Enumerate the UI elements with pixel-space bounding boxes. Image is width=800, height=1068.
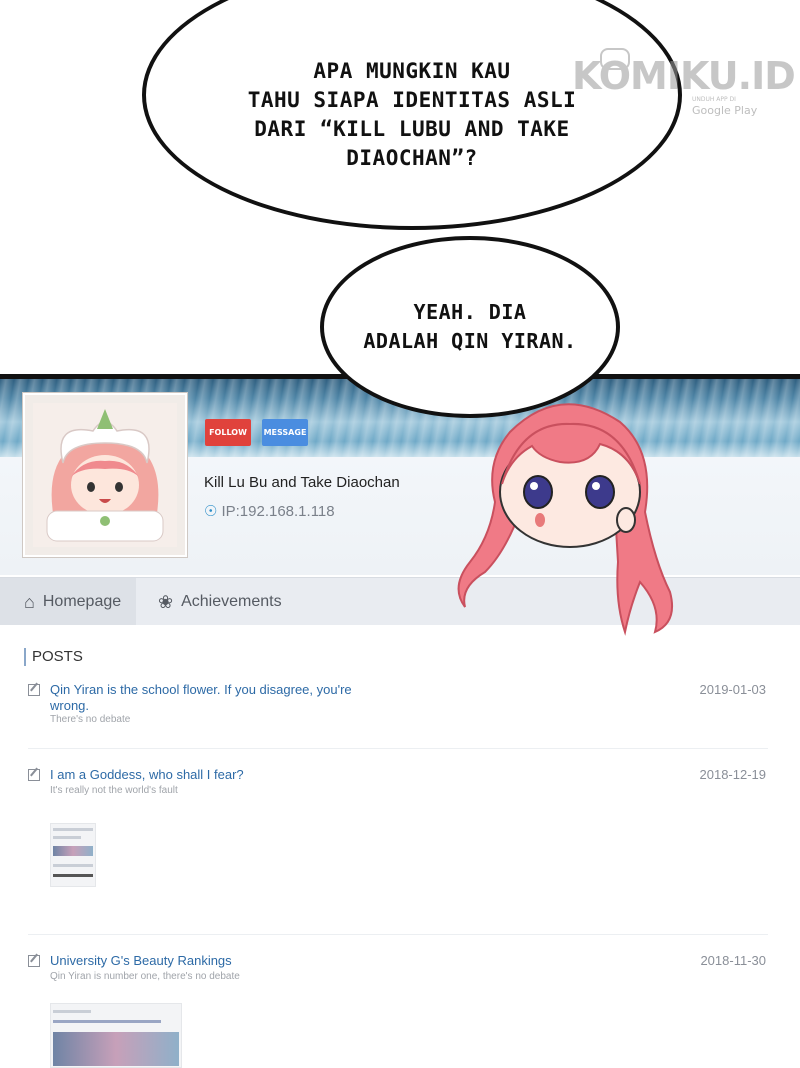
watermark-store: Google Play (692, 104, 758, 117)
profile-ip: ☉ IP:192.168.1.118 (204, 502, 335, 521)
divider (28, 934, 768, 935)
divider (28, 748, 768, 749)
tab-achievements[interactable]: ❀ Achievements (158, 578, 282, 626)
list-item[interactable]: University G's Beauty Rankings Qin Yiran… (28, 953, 768, 1068)
post-subtitle: Qin Yiran is number one, there's no deba… (50, 971, 240, 982)
location-icon: ☉ (204, 503, 218, 520)
avatar[interactable] (22, 392, 188, 558)
post-date: 2019-01-03 (699, 682, 767, 697)
award-icon: ❀ (158, 591, 174, 612)
speech-text-middle: YEAH. DIA ADALAH QIN YIRAN. (363, 300, 577, 353)
post-title[interactable]: I am a Goddess, who shall I fear? (50, 767, 370, 783)
list-item[interactable]: I am a Goddess, who shall I fear? It's r… (28, 767, 768, 917)
post-subtitle: It's really not the world's fault (50, 785, 178, 796)
watermark-logo: KOMIKU.ID (572, 54, 796, 98)
post-date: 2018-11-30 (700, 953, 766, 968)
follow-button[interactable]: FOLLOW (205, 419, 251, 446)
watermark-sub: UNDUH APP DI (692, 96, 736, 103)
message-button[interactable]: MESSAGE (262, 419, 308, 446)
profile-username: Kill Lu Bu and Take Diaochan (204, 474, 400, 491)
edit-icon (28, 955, 40, 967)
chibi-avatar-icon (33, 403, 177, 547)
post-date: 2018-12-19 (699, 767, 767, 782)
edit-icon (28, 684, 40, 696)
post-title[interactable]: Qin Yiran is the school flower. If you d… (50, 682, 370, 714)
ip-text: IP:192.168.1.118 (221, 502, 335, 520)
post-subtitle: There's no debate (50, 714, 131, 725)
home-icon: ⌂ (24, 591, 35, 612)
posts-section-title: POSTS (24, 648, 83, 666)
post-thumbnail[interactable] (50, 1003, 182, 1068)
edit-icon (28, 769, 40, 781)
tab-achievements-label: Achievements (181, 593, 282, 610)
tab-homepage[interactable]: ⌂ Homepage (0, 578, 136, 626)
post-thumbnail[interactable] (50, 823, 96, 887)
speech-text-top: APA MUNGKIN KAU TAHU SIAPA IDENTITAS ASL… (247, 59, 577, 170)
post-title[interactable]: University G's Beauty Rankings (50, 953, 370, 969)
list-item[interactable]: Qin Yiran is the school flower. If you d… (28, 682, 768, 732)
speech-bubble-middle: YEAH. DIA ADALAH QIN YIRAN. (320, 236, 620, 418)
komiku-watermark: KOMIKU.ID UNDUH APP DI Google Play (572, 48, 796, 128)
tab-homepage-label: Homepage (42, 593, 122, 610)
chibi-girl-icon (457, 403, 674, 636)
